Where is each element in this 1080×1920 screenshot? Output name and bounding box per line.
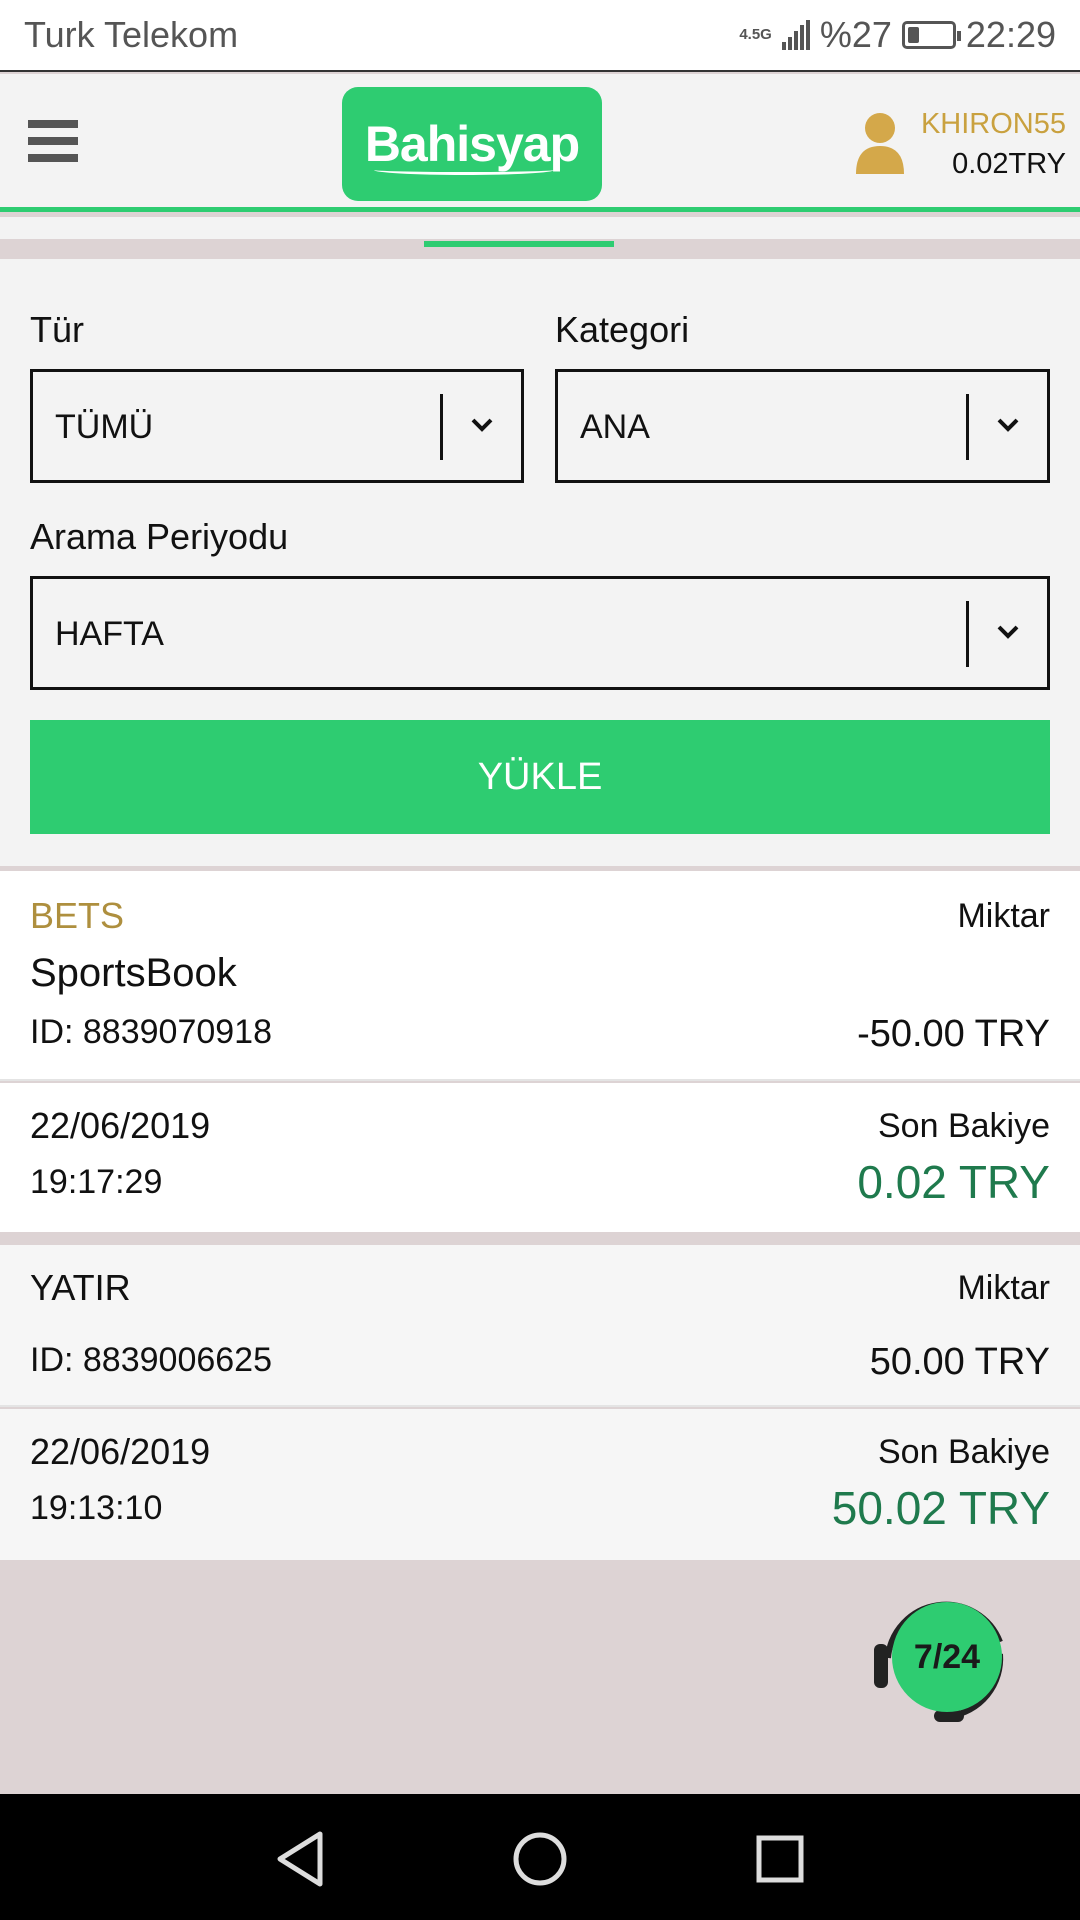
- carrier-name: Turk Telekom: [24, 14, 239, 55]
- system-nav-bar: [0, 1794, 1080, 1920]
- balance-label: Son Bakiye: [878, 1433, 1050, 1471]
- status-indicators: 4.5G %27 22:29: [739, 14, 1056, 56]
- type-select[interactable]: TÜMÜ: [30, 369, 524, 483]
- balance-label: Son Bakiye: [878, 1107, 1050, 1145]
- amount-label: Miktar: [957, 897, 1050, 935]
- clock: 22:29: [965, 14, 1056, 55]
- battery-level: [907, 27, 920, 43]
- logo-swoosh: [374, 165, 554, 175]
- transaction-details: 22/06/2019 19:13:10 Son Bakiye 50.02 TRY: [0, 1409, 1080, 1560]
- transaction-type: YATIR: [30, 1267, 131, 1308]
- transaction-type: BETS: [30, 895, 125, 936]
- transaction-amount: -50.00 TRY: [857, 1013, 1050, 1055]
- load-button[interactable]: YÜKLE: [30, 720, 1050, 834]
- period-label: Arama Periyodu: [30, 516, 289, 557]
- header-balance: 0.02TRY: [952, 148, 1066, 180]
- category-label: Kategori: [555, 309, 690, 350]
- status-bar: Turk Telekom 4.5G %27 22:29: [0, 0, 1080, 72]
- filter-panel: Tür TÜMÜ Kategori ANA Arama Periyodu HAF…: [0, 259, 1080, 866]
- support-badge: 7/24: [892, 1602, 1002, 1712]
- category-select-value: ANA: [580, 408, 650, 446]
- chevron-down-icon: [997, 418, 1019, 432]
- transaction-id: ID: 8839006625: [30, 1341, 272, 1379]
- network-type: 4.5G: [739, 26, 772, 43]
- recents-icon[interactable]: [745, 1824, 815, 1894]
- back-icon[interactable]: [266, 1824, 336, 1894]
- select-separator: [966, 601, 969, 667]
- transaction-summary: YATIR Miktar ID: 8839006625 50.00 TRY: [0, 1245, 1080, 1407]
- type-label: Tür: [30, 309, 84, 350]
- transaction-date: 22/06/2019: [30, 1105, 211, 1146]
- transaction-id: ID: 8839070918: [30, 1013, 272, 1051]
- amount-label: Miktar: [957, 1269, 1050, 1307]
- transaction-details: 22/06/2019 19:17:29 Son Bakiye 0.02 TRY: [0, 1083, 1080, 1232]
- transaction-time: 19:17:29: [30, 1163, 163, 1201]
- app-header: Bahisyap KHIRON55 0.02TRY: [0, 74, 1080, 212]
- signal-icon: [781, 20, 810, 50]
- transaction-summary: BETS Miktar SportsBook ID: 8839070918 -5…: [0, 871, 1080, 1081]
- period-select[interactable]: HAFTA: [30, 576, 1050, 690]
- category-select[interactable]: ANA: [555, 369, 1050, 483]
- transaction-card: YATIR Miktar ID: 8839006625 50.00 TRY 22…: [0, 1245, 1080, 1560]
- live-support-button[interactable]: 7/24: [864, 1582, 1024, 1734]
- chevron-down-icon: [471, 418, 493, 432]
- type-select-value: TÜMÜ: [55, 408, 154, 446]
- active-tab-indicator: [424, 241, 614, 247]
- balance-after: 0.02 TRY: [857, 1156, 1050, 1208]
- battery-icon: [901, 21, 961, 49]
- period-select-value: HAFTA: [55, 615, 164, 653]
- transaction-date: 22/06/2019: [30, 1431, 211, 1472]
- transaction-subtype: SportsBook: [30, 951, 237, 995]
- user-icon[interactable]: [854, 112, 906, 174]
- tab-strip: [0, 217, 1080, 249]
- transaction-card: BETS Miktar SportsBook ID: 8839070918 -5…: [0, 871, 1080, 1232]
- home-icon[interactable]: [505, 1824, 575, 1894]
- select-separator: [440, 394, 443, 460]
- menu-icon[interactable]: [28, 120, 78, 170]
- select-separator: [966, 394, 969, 460]
- brand-logo[interactable]: Bahisyap: [342, 87, 602, 201]
- username[interactable]: KHIRON55: [921, 108, 1066, 141]
- chevron-down-icon: [997, 625, 1019, 639]
- battery-percent: %27: [819, 14, 892, 55]
- transaction-amount: 50.00 TRY: [869, 1341, 1050, 1383]
- balance-after: 50.02 TRY: [831, 1482, 1050, 1534]
- transaction-time: 19:13:10: [30, 1489, 163, 1527]
